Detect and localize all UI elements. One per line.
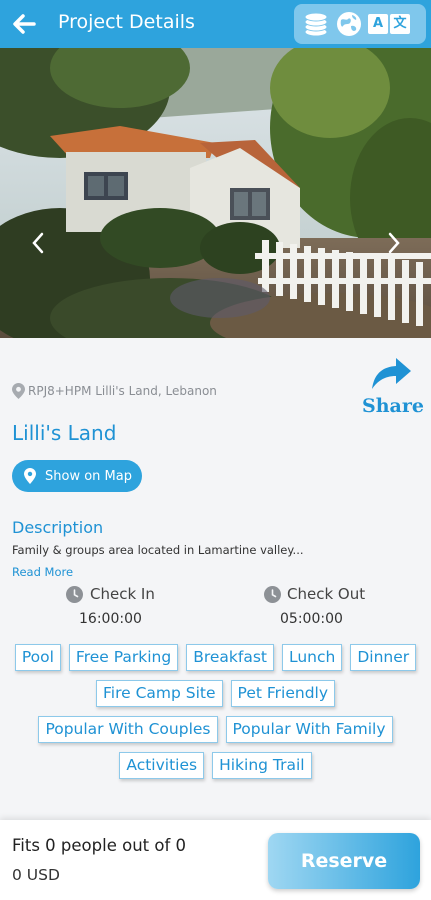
location-address: RPJ8+HPM Lilli's Land, Lebanon: [28, 384, 217, 398]
price-text: 0 USD: [12, 866, 60, 884]
clock-icon: [264, 586, 281, 603]
next-photo-icon[interactable]: [384, 228, 404, 258]
amenity-tag: Fire Camp Site: [95, 680, 223, 707]
project-photo: [0, 48, 431, 338]
translate-icon[interactable]: A 文: [368, 14, 410, 36]
description-text: Family & groups area located in Lamartin…: [12, 543, 304, 557]
reserve-button[interactable]: Reserve: [268, 833, 420, 889]
check-in-time: 16:00:00: [79, 611, 142, 627]
amenity-tags: Pool Free Parking Breakfast Lunch Dinner…: [6, 644, 425, 779]
amenity-tag: Hiking Trail: [212, 752, 312, 779]
app-header: Project Details A 文: [0, 0, 431, 48]
capacity-text: Fits 0 people out of 0: [12, 836, 187, 855]
currency-coins-icon[interactable]: [300, 9, 332, 39]
show-on-map-button[interactable]: Show on Map: [12, 460, 142, 492]
share-button[interactable]: Share: [362, 395, 424, 417]
page-title: Project Details: [58, 11, 195, 33]
share-icon[interactable]: [370, 356, 412, 392]
amenity-tag: Popular With Family: [225, 716, 393, 743]
amenity-tag: Pool: [14, 644, 61, 671]
amenity-tag: Lunch: [282, 644, 343, 671]
booking-footer: Fits 0 people out of 0 0 USD Reserve: [0, 820, 431, 900]
header-tools: A 文: [294, 4, 426, 44]
amenity-tag: Popular With Couples: [38, 716, 218, 743]
translate-glyph-latin: A: [368, 14, 388, 34]
globe-icon[interactable]: [336, 11, 362, 37]
amenity-tag: Pet Friendly: [230, 680, 336, 707]
back-arrow-icon[interactable]: [8, 8, 40, 40]
amenity-tag: Activities: [119, 752, 205, 779]
check-out-time: 05:00:00: [280, 611, 343, 627]
amenity-tag: Breakfast: [186, 644, 274, 671]
show-on-map-label: Show on Map: [45, 468, 132, 484]
read-more-link[interactable]: Read More: [12, 565, 73, 579]
description-heading: Description: [12, 518, 104, 537]
clock-icon: [66, 586, 83, 603]
translate-glyph-cjk: 文: [390, 14, 410, 34]
location-pin-icon: [12, 383, 25, 399]
check-out-label: Check Out: [287, 585, 366, 603]
check-in-label: Check In: [90, 585, 155, 603]
amenity-tag: Dinner: [350, 644, 417, 671]
previous-photo-icon[interactable]: [28, 228, 48, 258]
project-name: Lilli's Land: [12, 421, 117, 445]
project-photo-carousel[interactable]: [0, 48, 431, 338]
map-pin-icon: [24, 468, 36, 484]
amenity-tag: Free Parking: [68, 644, 179, 671]
